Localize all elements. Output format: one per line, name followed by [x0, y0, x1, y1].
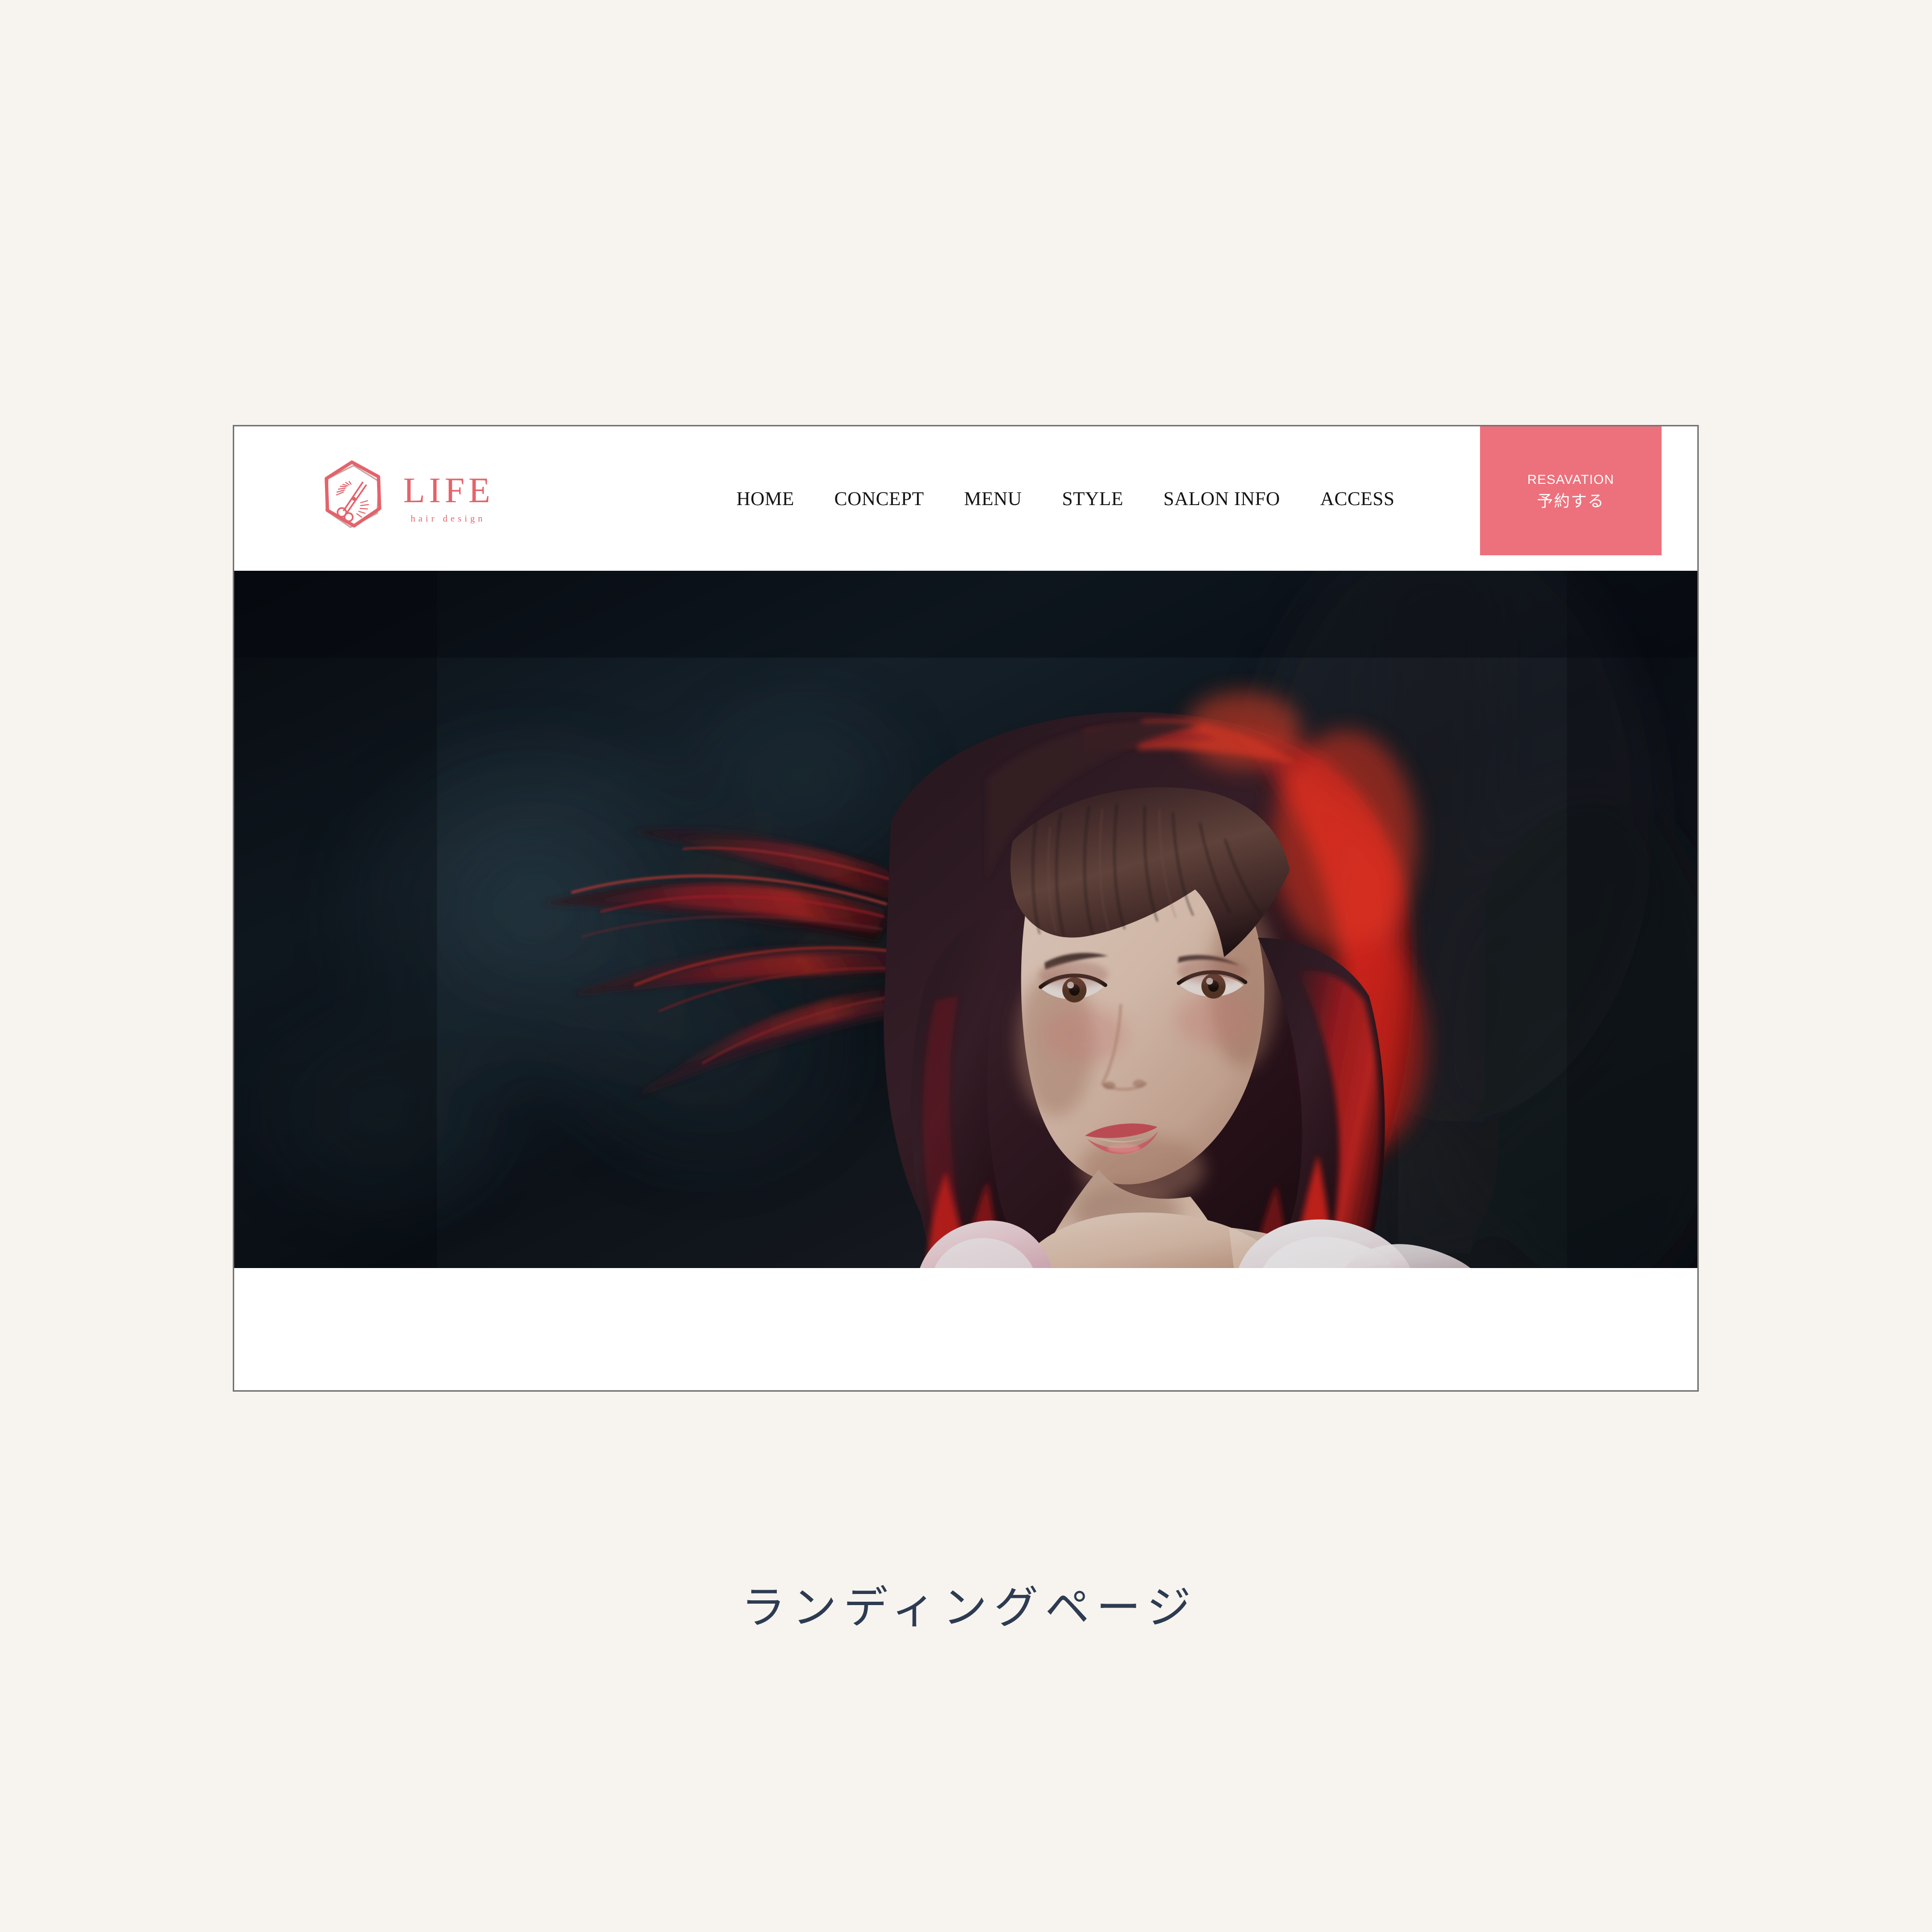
reservation-label-jp: 予約する — [1537, 492, 1605, 510]
caption-label: ランディングページ — [741, 1582, 1198, 1634]
hexagon-scissors-icon — [315, 458, 393, 539]
reservation-label-en: RESAVATION — [1527, 472, 1615, 487]
logo-subtitle: hair design — [410, 514, 486, 524]
nav-item-access[interactable]: ACCESS — [1320, 487, 1395, 510]
screenshot-canvas: LIFE hair design HOME CONCEPT MENU STYLE… — [0, 0, 1932, 1932]
site-header: LIFE hair design HOME CONCEPT MENU STYLE… — [234, 426, 1697, 571]
nav-item-home[interactable]: HOME — [736, 487, 794, 510]
nav-item-menu[interactable]: MENU — [964, 487, 1022, 510]
browser-page-card: LIFE hair design HOME CONCEPT MENU STYLE… — [233, 425, 1699, 1392]
nav-item-style[interactable]: STYLE — [1062, 487, 1123, 510]
logo-title: LIFE — [403, 470, 494, 510]
hero-image — [234, 571, 1697, 1268]
nav-item-salon-info[interactable]: SALON INFO — [1163, 487, 1280, 510]
site-logo[interactable]: LIFE hair design — [315, 456, 518, 541]
logo-wordmark: LIFE hair design — [399, 470, 494, 524]
nav-item-concept[interactable]: CONCEPT — [834, 487, 924, 510]
reservation-button[interactable]: RESAVATION 予約する — [1480, 426, 1662, 555]
page-content-area — [234, 1268, 1697, 1390]
main-navigation: HOME CONCEPT MENU STYLE SALON INFO ACCES… — [736, 426, 1395, 571]
